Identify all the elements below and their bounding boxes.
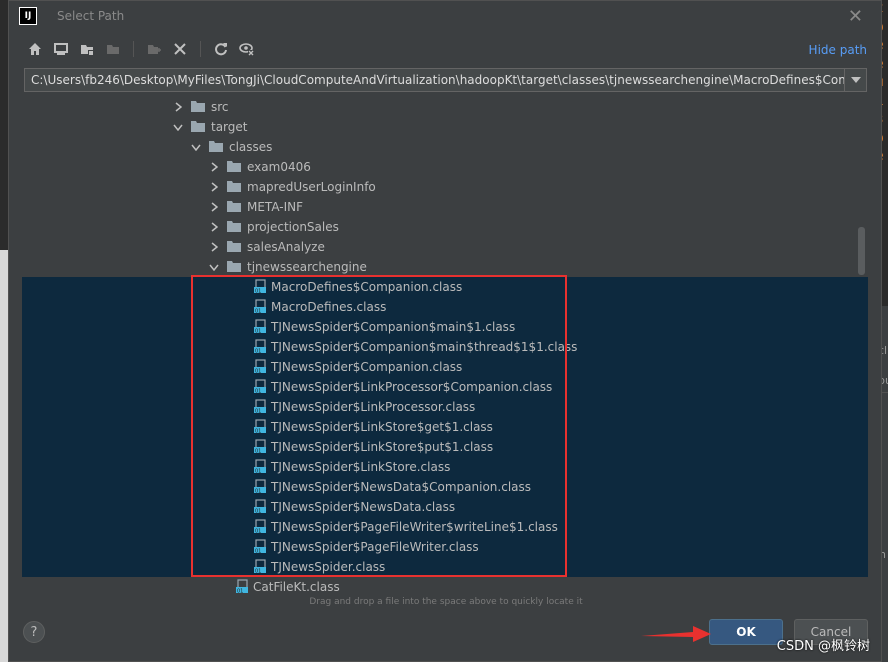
tree-folder-row[interactable]: target — [22, 117, 868, 137]
tree-item-label: target — [211, 120, 248, 134]
select-path-dialog: IJ Select Path ✕ Hide path C:\Users\fb24… — [8, 0, 882, 662]
title-bar: IJ Select Path — [9, 1, 881, 31]
folder-icon — [227, 200, 241, 215]
folder-icon — [227, 160, 241, 175]
ok-button[interactable]: OK — [709, 619, 783, 645]
folder-icon — [227, 240, 241, 255]
intellij-app-icon: IJ — [19, 7, 37, 25]
show-hidden-icon[interactable] — [239, 41, 255, 57]
toolbar — [27, 41, 255, 57]
chevron-right-icon[interactable] — [209, 222, 219, 232]
help-button[interactable]: ? — [23, 621, 45, 643]
folder-icon — [227, 180, 241, 195]
chevron-down-icon — [850, 77, 861, 83]
folder-icon — [227, 220, 241, 235]
tree-scrollbar[interactable] — [858, 227, 865, 275]
tree-folder-row[interactable]: src — [22, 97, 868, 117]
project-icon[interactable] — [79, 41, 95, 57]
tree-file-row[interactable]: 01 CatFileKt.class — [22, 577, 868, 595]
desktop-icon[interactable] — [53, 41, 69, 57]
toolbar-separator — [200, 41, 201, 57]
folder-icon — [191, 120, 205, 135]
module-icon — [105, 41, 121, 57]
close-icon[interactable]: ✕ — [848, 6, 863, 27]
annotation-highlight-box — [191, 275, 567, 577]
delete-icon[interactable] — [172, 41, 188, 57]
tree-folder-row[interactable]: exam0406 — [22, 157, 868, 177]
hide-path-link[interactable]: Hide path — [809, 43, 867, 57]
tree-item-label: exam0406 — [247, 160, 311, 174]
dialog-title: Select Path — [57, 9, 125, 23]
refresh-icon[interactable] — [213, 41, 229, 57]
chevron-right-icon[interactable] — [173, 102, 183, 112]
tree-item-label: mapredUserLoginInfo — [247, 180, 376, 194]
annotation-arrow-icon — [641, 626, 711, 642]
watermark: CSDN @枫铃树 — [776, 639, 870, 654]
chevron-right-icon[interactable] — [209, 242, 219, 252]
tree-item-label: classes — [229, 140, 273, 154]
chevron-down-icon[interactable] — [173, 122, 183, 132]
class-file-icon: 01 — [235, 578, 249, 596]
tree-item-label: CatFileKt.class — [253, 580, 340, 594]
tree-item-label: src — [211, 100, 229, 114]
tree-item-label: projectionSales — [247, 220, 339, 234]
drag-drop-hint: Drag and drop a file into the space abov… — [309, 597, 583, 607]
tree-item-label: META-INF — [247, 200, 304, 214]
tree-item-label: salesAnalyze — [247, 240, 325, 254]
chevron-right-icon[interactable] — [209, 202, 219, 212]
path-input[interactable]: C:\Users\fb246\Desktop\MyFiles\TongJi\Cl… — [24, 68, 867, 92]
home-icon[interactable] — [27, 41, 43, 57]
path-history-dropdown[interactable] — [844, 69, 866, 91]
toolbar-separator — [133, 41, 134, 57]
path-input-value[interactable]: C:\Users\fb246\Desktop\MyFiles\TongJi\Cl… — [25, 73, 844, 87]
chevron-down-icon[interactable] — [209, 262, 219, 272]
folder-icon — [209, 140, 223, 155]
tree-folder-row[interactable]: salesAnalyze — [22, 237, 868, 257]
chevron-right-icon[interactable] — [209, 182, 219, 192]
folder-icon — [227, 260, 241, 275]
tree-folder-row[interactable]: mapredUserLoginInfo — [22, 177, 868, 197]
background-ide-panel — [0, 250, 8, 662]
tree-item-label: tjnewssearchengine — [247, 260, 367, 274]
chevron-down-icon[interactable] — [191, 142, 201, 152]
tree-folder-row[interactable]: projectionSales — [22, 217, 868, 237]
svg-text:01: 01 — [237, 588, 243, 593]
tree-folder-row[interactable]: classes — [22, 137, 868, 157]
tree-folder-row[interactable]: META-INF — [22, 197, 868, 217]
folder-icon — [191, 100, 205, 115]
chevron-right-icon[interactable] — [209, 162, 219, 172]
new-folder-icon — [146, 41, 162, 57]
tree-folder-row[interactable]: tjnewssearchengine — [22, 257, 868, 277]
